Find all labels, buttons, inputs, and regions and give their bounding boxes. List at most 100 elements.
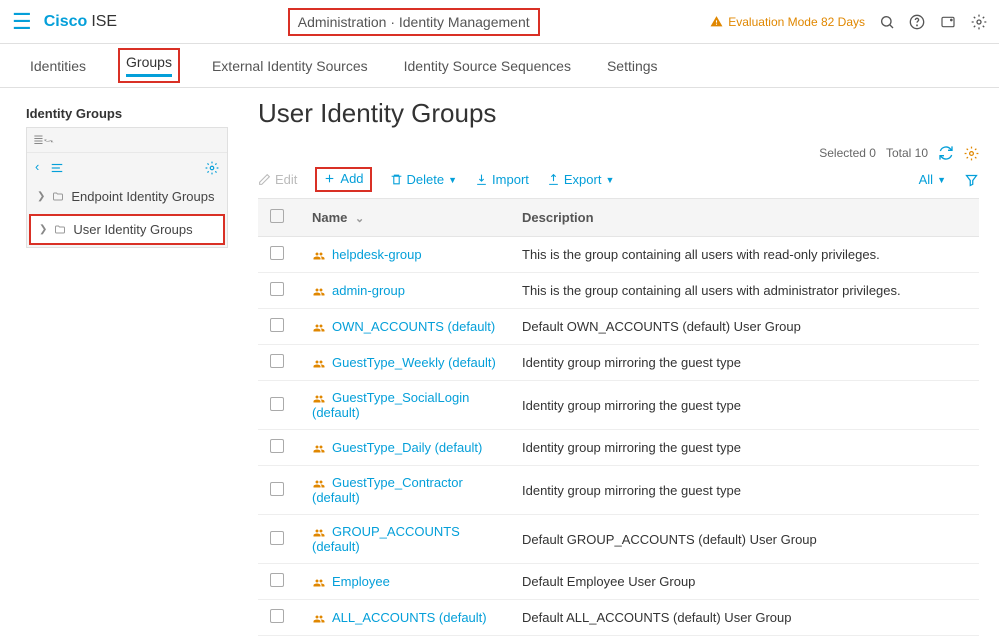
import-icon (475, 173, 488, 186)
eval-mode-badge[interactable]: Evaluation Mode 82 Days (710, 15, 865, 29)
tab-groups[interactable]: Groups (126, 54, 172, 77)
filter-all-button[interactable]: All ▼ (919, 172, 946, 187)
row-checkbox[interactable] (270, 246, 284, 260)
help-icon[interactable] (909, 13, 925, 30)
tab-groups-highlight: Groups (118, 48, 180, 83)
group-name-link[interactable]: Employee (332, 574, 390, 589)
table-row: GROUP_ACCOUNTS (default)Default GROUP_AC… (258, 515, 979, 564)
toolbar: Edit Add Delete ▼ Import Export ▼ (258, 167, 979, 192)
sidebar: Identity Groups ≣𝁊 ‹ ❯ Endpoin (0, 88, 228, 636)
notification-icon[interactable] (939, 13, 957, 30)
group-description: Default OWN_ACCOUNTS (default) User Grou… (510, 309, 979, 345)
group-name-link[interactable]: GuestType_Weekly (default) (332, 355, 496, 370)
product-name: ISE (91, 13, 117, 31)
tree-item-endpoint-groups[interactable]: ❯ Endpoint Identity Groups (27, 181, 227, 212)
add-button[interactable]: Add (323, 171, 363, 186)
group-icon (312, 355, 326, 370)
tab-source-sequences[interactable]: Identity Source Sequences (400, 58, 575, 74)
content-area: User Identity Groups Selected 0 Total 10… (228, 88, 999, 636)
group-name-link[interactable]: ALL_ACCOUNTS (default) (332, 610, 487, 625)
row-checkbox[interactable] (270, 397, 284, 411)
group-description: Default ALL_ACCOUNTS (default) User Grou… (510, 600, 979, 636)
group-icon (312, 390, 326, 405)
header-description[interactable]: Description (510, 199, 979, 237)
sidebar-gear-icon[interactable] (205, 159, 219, 175)
row-checkbox[interactable] (270, 318, 284, 332)
header-checkbox-col (258, 199, 300, 237)
breadcrumb: Administration · Identity Management (288, 8, 540, 36)
total-count: Total 10 (886, 146, 928, 160)
group-name-link[interactable]: GuestType_SocialLogin (default) (312, 390, 469, 420)
chevron-right-icon: ❯ (39, 224, 47, 235)
row-checkbox[interactable] (270, 439, 284, 453)
row-checkbox[interactable] (270, 354, 284, 368)
top-banner: ☰ Cisco ISE Administration · Identity Ma… (0, 0, 999, 44)
selected-count: Selected 0 (819, 146, 876, 160)
table-row: ALL_ACCOUNTS (default) Default ALL_ACCOUN… (258, 600, 979, 636)
table-gear-icon[interactable] (964, 145, 979, 160)
group-icon (312, 440, 326, 455)
select-all-checkbox[interactable] (270, 209, 284, 223)
chevron-right-icon: ❯ (37, 191, 45, 202)
refresh-icon[interactable] (938, 145, 954, 161)
export-button[interactable]: Export ▼ (547, 172, 615, 187)
group-name-link[interactable]: GuestType_Daily (default) (332, 440, 482, 455)
export-icon (547, 173, 560, 186)
sidebar-search[interactable]: ≣𝁊 (27, 128, 227, 153)
group-icon (312, 610, 326, 625)
pencil-icon (258, 173, 271, 186)
group-name-link[interactable]: OWN_ACCOUNTS (default) (332, 319, 495, 334)
tab-identities[interactable]: Identities (26, 58, 90, 74)
group-name-link[interactable]: GuestType_Contractor (default) (312, 475, 463, 505)
gear-icon[interactable] (971, 13, 987, 30)
group-name-link[interactable]: GROUP_ACCOUNTS (default) (312, 524, 460, 554)
sort-caret-icon: ⌄ (355, 213, 364, 225)
search-icon[interactable] (879, 13, 895, 30)
import-button[interactable]: Import (475, 172, 529, 187)
sidebar-back-icon[interactable]: ‹ (35, 159, 39, 174)
group-name-link[interactable]: helpdesk-group (332, 247, 422, 262)
group-name-link[interactable]: admin-group (332, 283, 405, 298)
sidebar-toolbar: ‹ (27, 153, 227, 181)
tree-label: Endpoint Identity Groups (71, 189, 214, 204)
menu-icon[interactable]: ☰ (12, 9, 32, 35)
chevron-down-icon: ▼ (937, 175, 946, 185)
table-row: helpdesk-group This is the group containi… (258, 237, 979, 273)
add-button-highlight: Add (315, 167, 371, 192)
group-icon (312, 475, 326, 490)
header-name[interactable]: Name ⌄ (300, 199, 510, 237)
table-row: GuestType_Contractor (default) Identity g… (258, 466, 979, 515)
tree-label: User Identity Groups (73, 222, 192, 237)
filter-icon[interactable] (964, 171, 979, 187)
tree-item-user-groups[interactable]: ❯ User Identity Groups (31, 216, 223, 243)
tab-nav: Identities Groups External Identity Sour… (0, 44, 999, 88)
warning-icon (710, 15, 723, 28)
table-row: GuestType_SocialLogin (default) Identity … (258, 381, 979, 430)
group-description: Identity group mirroring the guest type (510, 466, 979, 515)
row-checkbox[interactable] (270, 282, 284, 296)
group-description: This is the group containing all users w… (510, 237, 979, 273)
tab-external-sources[interactable]: External Identity Sources (208, 58, 372, 74)
table-row: EmployeeDefault Employee User Group (258, 564, 979, 600)
group-description: Identity group mirroring the guest type (510, 345, 979, 381)
edit-button[interactable]: Edit (258, 172, 297, 187)
folder-icon (53, 222, 67, 237)
group-description: Identity group mirroring the guest type (510, 381, 979, 430)
plus-icon (323, 172, 336, 185)
page-title: User Identity Groups (258, 98, 979, 129)
row-checkbox[interactable] (270, 573, 284, 587)
group-icon (312, 524, 326, 539)
delete-button[interactable]: Delete ▼ (390, 172, 458, 187)
group-icon (312, 574, 326, 589)
group-icon (312, 247, 326, 262)
row-checkbox[interactable] (270, 482, 284, 496)
main-area: Identity Groups ≣𝁊 ‹ ❯ Endpoin (0, 88, 999, 636)
tab-settings[interactable]: Settings (603, 58, 662, 74)
row-checkbox[interactable] (270, 531, 284, 545)
sidebar-panel: ≣𝁊 ‹ ❯ Endpoint Identity Groups (26, 127, 228, 248)
table-row: OWN_ACCOUNTS (default) Default OWN_ACCOUN… (258, 309, 979, 345)
table-row: GuestType_Weekly (default) Identity group… (258, 345, 979, 381)
row-checkbox[interactable] (270, 609, 284, 623)
sidebar-expand-icon[interactable] (49, 159, 65, 175)
groups-table: Name ⌄ Description helpdesk-group This is… (258, 198, 979, 636)
